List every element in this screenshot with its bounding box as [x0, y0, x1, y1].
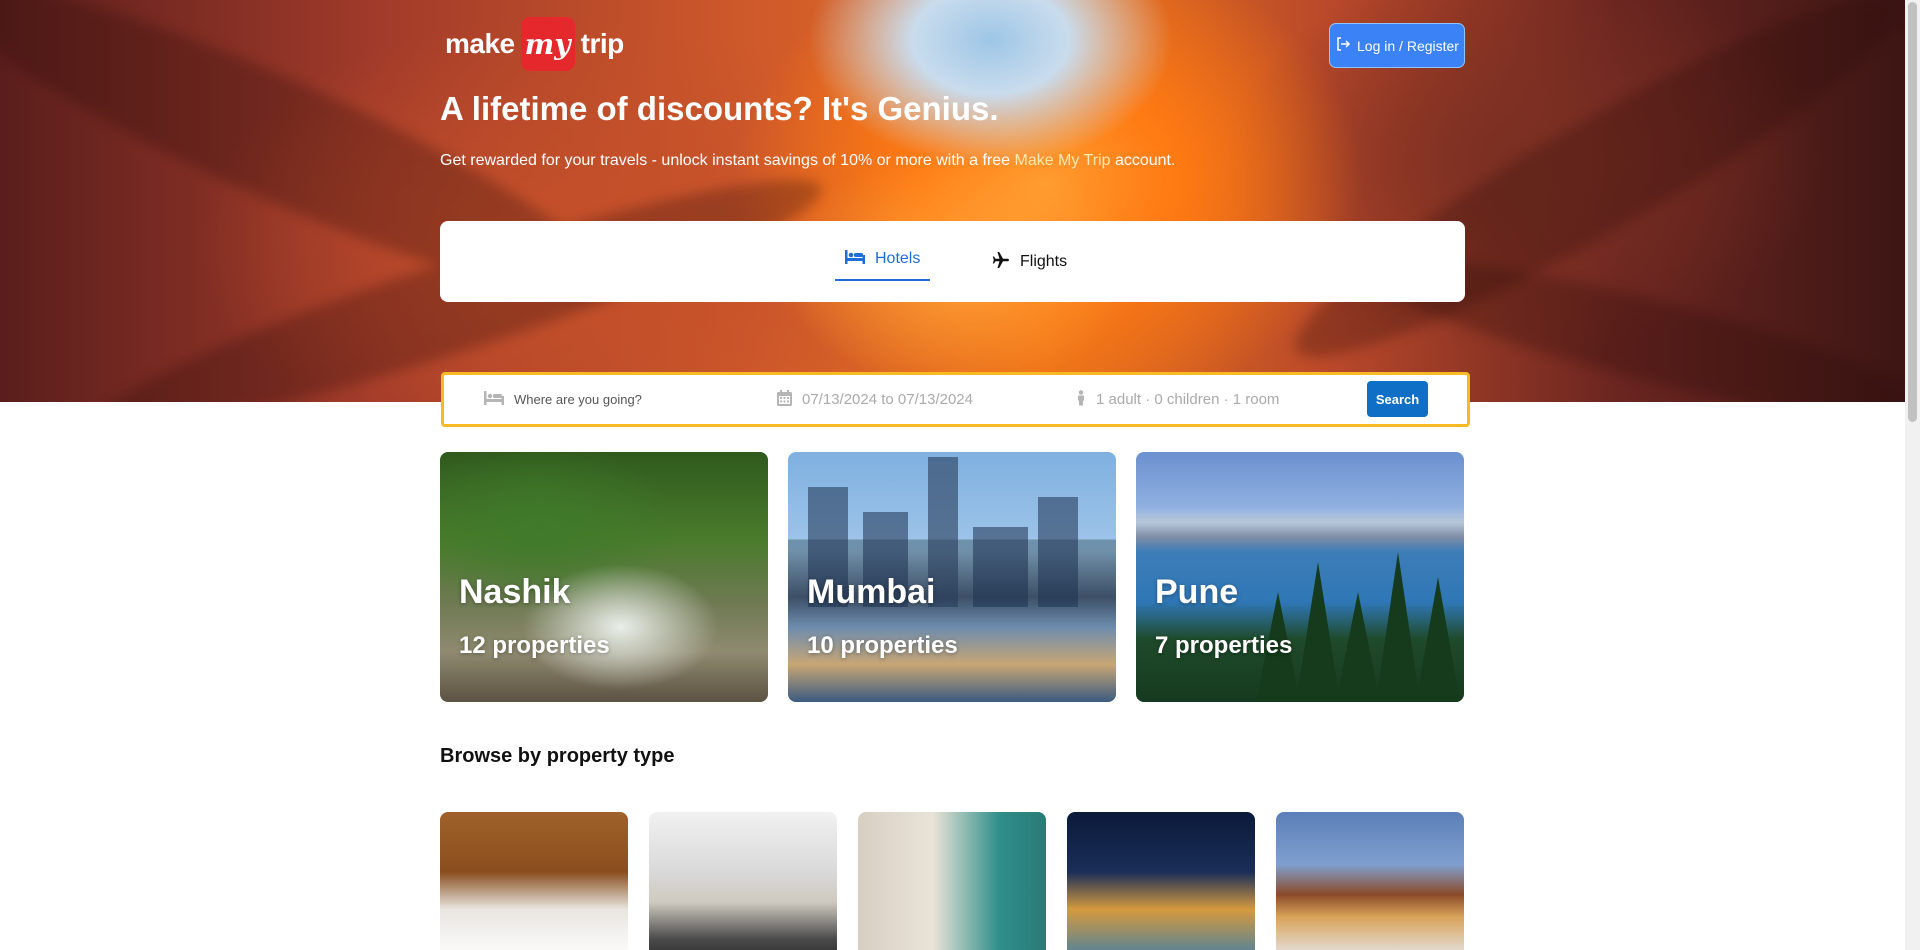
hotel-search-bar: 07/13/2024 to 07/13/2024 1 adult · 0 chi…	[441, 372, 1470, 427]
page-scrollbar[interactable]	[1905, 0, 1920, 950]
scrollbar-thumb[interactable]	[1908, 2, 1917, 422]
site-logo[interactable]: make my trip	[445, 16, 624, 72]
property-type-card[interactable]	[858, 812, 1046, 950]
dates-field[interactable]: 07/13/2024 to 07/13/2024	[777, 375, 973, 424]
hero-headline: A lifetime of discounts? It's Genius.	[440, 90, 999, 127]
hero-subtitle-brand: Make My Trip	[1014, 152, 1111, 169]
city-name: Mumbai	[807, 573, 936, 611]
person-icon	[1076, 389, 1086, 410]
login-label: Log in / Register	[1357, 37, 1459, 54]
city-card-pune[interactable]: Pune 7 properties	[1136, 452, 1464, 702]
hero-subtitle-end: account.	[1110, 152, 1176, 169]
hero-subtitle: Get rewarded for your travels - unlock i…	[440, 152, 1175, 170]
logo-my-badge: my	[520, 17, 575, 71]
hero-subtitle-start: Get rewarded for your travels - unlock i…	[440, 152, 1015, 169]
property-type-card[interactable]	[440, 812, 628, 950]
bed-icon	[484, 390, 504, 409]
property-type-card[interactable]	[1067, 812, 1255, 950]
plane-icon	[992, 251, 1010, 274]
property-type-card[interactable]	[1276, 812, 1464, 950]
city-name: Nashik	[459, 573, 571, 611]
tab-hotels[interactable]: Hotels	[835, 245, 931, 281]
city-property-count: 7 properties	[1155, 632, 1293, 659]
city-name: Pune	[1155, 573, 1239, 611]
logo-trip-text: trip	[580, 28, 625, 59]
search-button[interactable]: Search	[1367, 381, 1428, 417]
booking-tabs-card: Hotels Flights	[440, 221, 1465, 302]
browse-property-type-title: Browse by property type	[440, 745, 675, 767]
destination-field[interactable]	[484, 375, 744, 424]
tab-flights[interactable]: Flights	[992, 247, 1067, 277]
calendar-icon	[777, 389, 792, 410]
city-property-count: 10 properties	[807, 632, 958, 659]
login-register-button[interactable]: Log in / Register	[1329, 23, 1465, 68]
tab-hotels-label: Hotels	[875, 250, 921, 267]
bed-icon	[845, 249, 865, 270]
city-card-mumbai[interactable]: Mumbai 10 properties	[788, 452, 1116, 702]
hero-banner	[0, 0, 1905, 402]
city-card-nashik[interactable]: Nashik 12 properties	[440, 452, 768, 702]
property-type-card[interactable]	[649, 812, 837, 950]
login-icon	[1335, 36, 1351, 55]
dates-placeholder: 07/13/2024 to 07/13/2024	[802, 391, 973, 408]
city-property-count: 12 properties	[459, 632, 610, 659]
guests-placeholder: 1 adult · 0 children · 1 room	[1096, 391, 1280, 408]
logo-make-text: make	[445, 28, 515, 59]
guests-field[interactable]: 1 adult · 0 children · 1 room	[1076, 375, 1279, 424]
tab-flights-label: Flights	[1020, 253, 1068, 270]
destination-input[interactable]	[514, 392, 734, 407]
